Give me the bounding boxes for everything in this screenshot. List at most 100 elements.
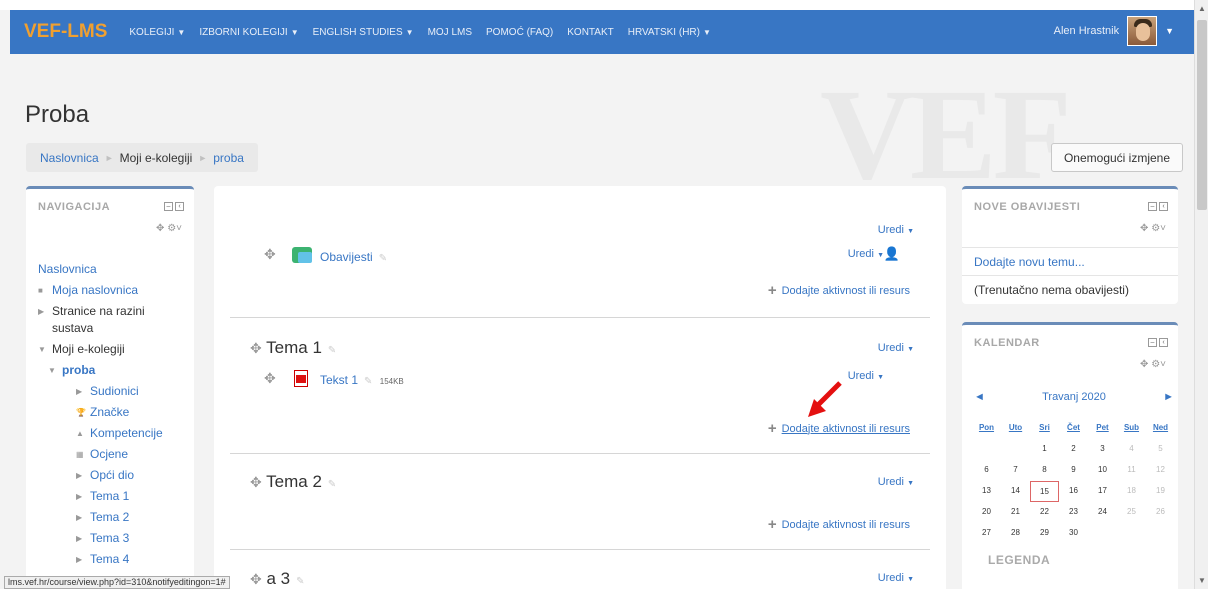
calendar-day[interactable]: 8 — [1030, 460, 1059, 481]
nav-item-label[interactable]: Tema 1 — [90, 486, 129, 507]
calendar-day[interactable]: 9 — [1059, 460, 1088, 481]
nav-item-label[interactable]: Moji e-kolegiji — [52, 339, 125, 360]
section-edit-menu[interactable]: Uredi ▼ — [878, 572, 914, 584]
nav-item-label[interactable]: Moja naslovnica — [52, 280, 138, 301]
activity-title[interactable]: Tekst 1 — [320, 373, 358, 387]
edit-label[interactable]: Uredi — [878, 572, 904, 584]
nav-item-label[interactable]: Ocjene — [90, 444, 128, 465]
dock-icon[interactable]: ‹ — [1159, 338, 1168, 347]
calendar-day[interactable]: 16 — [1059, 481, 1088, 502]
nav-item-general[interactable]: ▶ Opći dio — [38, 465, 163, 486]
chevron-down-icon[interactable]: ▼ — [1165, 26, 1174, 36]
calendar-day[interactable]: 10 — [1088, 460, 1117, 481]
nav-menu-label[interactable]: POMOĆ (FAQ) — [486, 27, 553, 38]
nav-item-label[interactable]: sustava — [52, 320, 93, 337]
edit-label[interactable]: Uredi — [848, 248, 874, 260]
nav-item-topic-3[interactable]: ▶ Tema 3 — [38, 528, 163, 549]
nav-item-label[interactable]: Tema 2 — [90, 507, 129, 528]
edit-label[interactable]: Uredi — [848, 370, 874, 382]
calendar-day[interactable]: 15 — [1030, 481, 1059, 502]
nav-item-label[interactable]: proba — [62, 360, 95, 381]
move-icon[interactable]: ✥ — [250, 571, 262, 587]
calendar-day[interactable]: 7 — [1001, 460, 1030, 481]
calendar-day[interactable]: 17 — [1088, 481, 1117, 502]
add-activity-label[interactable]: Dodajte aktivnost ili resurs — [782, 285, 910, 297]
move-icon[interactable]: ✥ — [250, 340, 262, 356]
pencil-icon[interactable]: ✎ — [364, 376, 372, 387]
move-icon[interactable]: ✥ — [264, 246, 276, 263]
calendar-day[interactable]: 4 — [1117, 439, 1146, 460]
edit-label[interactable]: Uredi — [878, 342, 904, 354]
minimize-icon[interactable]: – — [1148, 202, 1157, 211]
breadcrumb-courses[interactable]: Moji e-kolegiji — [120, 151, 193, 165]
calendar-day[interactable]: 5 — [1146, 439, 1175, 460]
calendar-day[interactable]: 30 — [1059, 523, 1088, 544]
add-activity-link[interactable]: + Dodajte aktivnost ili resurs — [768, 420, 910, 437]
calendar-day[interactable]: 13 — [972, 481, 1001, 502]
activity-edit-menu[interactable]: Uredi ▼ — [848, 248, 884, 260]
move-icon[interactable]: ✥ ⚙˅ — [156, 223, 182, 234]
calendar-month[interactable]: Travanj 2020 — [1042, 391, 1106, 403]
breadcrumb-home[interactable]: Naslovnica — [40, 151, 99, 165]
calendar-day[interactable]: 20 — [972, 502, 1001, 523]
dock-icon[interactable]: ‹ — [1159, 202, 1168, 211]
user-icon[interactable]: 👤 — [884, 246, 900, 262]
nav-item-my-home[interactable]: ■ Moja naslovnica — [38, 280, 163, 301]
nav-item-label[interactable]: Sudionici — [90, 381, 139, 402]
calendar-day[interactable]: 19 — [1146, 481, 1175, 502]
pencil-icon[interactable]: ✎ — [328, 345, 336, 356]
nav-item-site-pages[interactable]: ▶ Stranice na razini — [38, 303, 163, 320]
calendar-day[interactable]: 21 — [1001, 502, 1030, 523]
calendar-day[interactable]: 24 — [1088, 502, 1117, 523]
section-edit-menu[interactable]: Uredi ▼ — [878, 342, 914, 354]
scrollbar-thumb[interactable] — [1197, 20, 1207, 210]
add-activity-label[interactable]: Dodajte aktivnost ili resurs — [782, 519, 910, 531]
nav-item-label[interactable]: Opći dio — [90, 465, 134, 486]
calendar-day[interactable]: 23 — [1059, 502, 1088, 523]
activity-file-resource[interactable]: Tekst 1 ✎ 154KB — [320, 373, 404, 387]
nav-item-label[interactable]: Naslovnica — [38, 259, 97, 280]
disable-editing-button[interactable]: Onemogući izmjene — [1051, 143, 1183, 172]
user-menu[interactable]: Alen Hrastnik ▼ — [1054, 16, 1174, 46]
edit-label[interactable]: Uredi — [878, 224, 904, 236]
add-activity-label[interactable]: Dodajte aktivnost ili resurs — [782, 423, 910, 435]
nav-item-label[interactable]: Tema 3 — [90, 528, 129, 549]
move-icon[interactable]: ✥ — [250, 474, 262, 490]
nav-item-badges[interactable]: 🏆 Značke — [38, 402, 163, 423]
calendar-day[interactable]: 3 — [1088, 439, 1117, 460]
brand-logo[interactable]: VEF-LMS — [24, 21, 107, 43]
nav-menu-item[interactable]: POMOĆ (FAQ) — [486, 27, 553, 38]
nav-item-label[interactable]: Tema 4 — [90, 549, 129, 570]
user-name[interactable]: Alen Hrastnik — [1054, 25, 1119, 37]
pencil-icon[interactable]: ✎ — [379, 253, 387, 264]
nav-item-grades[interactable]: ▦ Ocjene — [38, 444, 163, 465]
pencil-icon[interactable]: ✎ — [296, 576, 304, 587]
move-icon[interactable]: ✥ ⚙˅ — [1140, 223, 1166, 234]
section-edit-menu[interactable]: Uredi ▼ — [878, 476, 914, 488]
calendar-day[interactable]: 12 — [1146, 460, 1175, 481]
nav-item-topic-2[interactable]: ▶ Tema 2 — [38, 507, 163, 528]
nav-item-course[interactable]: ▼ proba — [38, 360, 163, 381]
calendar-day[interactable]: 27 — [972, 523, 1001, 544]
calendar-day[interactable]: 11 — [1117, 460, 1146, 481]
scroll-down-icon[interactable]: ▼ — [1198, 576, 1206, 585]
nav-item-topic-4[interactable]: ▶ Tema 4 — [38, 549, 163, 570]
nav-item-participants[interactable]: ▶ Sudionici — [38, 381, 163, 402]
vertical-scrollbar[interactable]: ▲ ▼ — [1194, 0, 1208, 589]
nav-item-topic-1[interactable]: ▶ Tema 1 — [38, 486, 163, 507]
nav-item-label[interactable]: Kompetencije — [90, 423, 163, 444]
calendar-day[interactable]: 1 — [1030, 439, 1059, 460]
calendar-day[interactable]: 22 — [1030, 502, 1059, 523]
activity-news-forum[interactable]: Obavijesti ✎ — [320, 250, 387, 264]
nav-menu-label[interactable]: IZBORNI KOLEGIJI — [199, 27, 287, 38]
activity-title[interactable]: Obavijesti — [320, 250, 373, 264]
breadcrumb-course[interactable]: proba — [213, 151, 244, 165]
calendar-day[interactable]: 28 — [1001, 523, 1030, 544]
calendar-day[interactable]: 14 — [1001, 481, 1030, 502]
nav-menu-label[interactable]: KOLEGIJI — [129, 27, 174, 38]
nav-menu-item[interactable]: HRVATSKI (HR) ▼ — [628, 27, 711, 38]
pencil-icon[interactable]: ✎ — [328, 479, 336, 490]
nav-menu-label[interactable]: ENGLISH STUDIES — [313, 27, 403, 38]
nav-menu-item[interactable]: KOLEGIJI ▼ — [129, 27, 185, 38]
nav-item-home[interactable]: Naslovnica — [38, 259, 163, 280]
